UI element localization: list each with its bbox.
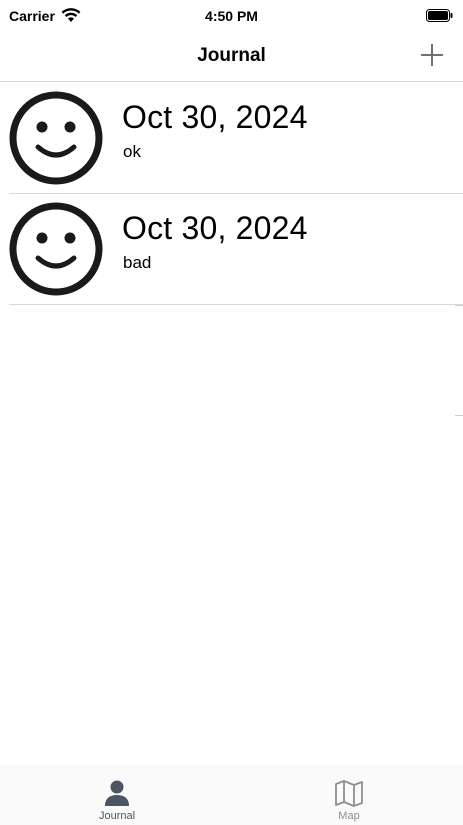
plus-icon (421, 44, 443, 66)
smiley-face-icon (9, 91, 103, 185)
journal-entry-list: Oct 30, 2024 ok Oct 30, 2024 bad (0, 83, 463, 305)
battery-icon (426, 9, 453, 22)
journal-entry-row[interactable]: Oct 30, 2024 bad (0, 194, 463, 305)
tab-bar: Journal Map (0, 765, 463, 825)
status-bar: Carrier 4:50 PM (0, 0, 463, 32)
page-title: Journal (197, 45, 266, 66)
entry-note: ok (123, 142, 141, 161)
list-separator-stub (455, 305, 463, 306)
smiley-face-icon (9, 202, 103, 296)
map-icon (335, 780, 363, 807)
app-screen: Carrier 4:50 PM Journal Oct 30, 2024 ok … (0, 0, 463, 825)
person-icon (105, 780, 129, 806)
list-separator-stub (455, 415, 463, 416)
journal-entry-row[interactable]: Oct 30, 2024 ok (0, 83, 463, 194)
entry-date: Oct 30, 2024 (122, 210, 308, 246)
navigation-bar: Journal (0, 32, 463, 82)
entry-date: Oct 30, 2024 (122, 99, 308, 135)
tab-journal-label: Journal (98, 810, 136, 822)
status-time: 4:50 PM (205, 8, 258, 24)
tab-journal[interactable]: Journal (47, 765, 187, 825)
tab-map-label: Map (338, 810, 360, 822)
add-entry-button[interactable] (419, 42, 445, 68)
entry-note: bad (123, 253, 152, 272)
tab-map[interactable]: Map (279, 765, 419, 825)
